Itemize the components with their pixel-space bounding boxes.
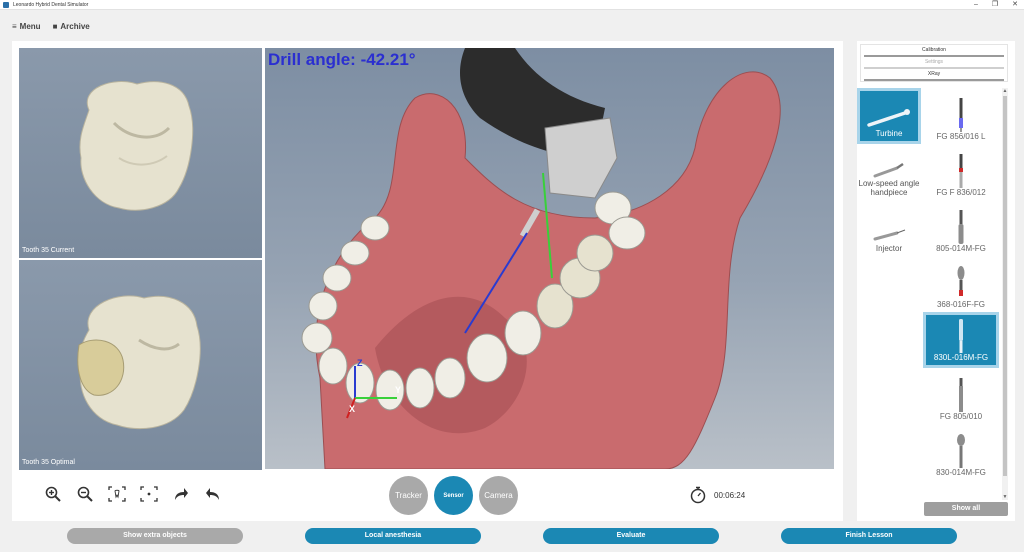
bur-label: FG 805/010 — [939, 412, 983, 421]
bur-icon — [957, 434, 965, 468]
zoom-in-icon — [45, 486, 61, 502]
instrument-label: Low-speed angle handpiece — [858, 179, 920, 197]
archive-icon: ■ — [52, 22, 58, 31]
sensor-mode-button[interactable]: Sensor — [434, 476, 473, 515]
jaw-3d-view[interactable]: Z Y X Drill angle: -42.21° — [265, 48, 834, 469]
app-icon — [3, 1, 9, 8]
instrument-panel: Calibration Settings XRay Turbine Low-sp… — [857, 41, 1015, 521]
bur-scrollbar[interactable]: ▲ ▼ — [1002, 88, 1008, 500]
bur-label: 368-016F-FG — [936, 300, 986, 309]
bur-item[interactable]: 805-014M-FG — [923, 200, 999, 256]
archive-label: Archive — [60, 22, 90, 31]
menu-button[interactable]: ≡ Menu — [12, 22, 41, 31]
show-all-button[interactable]: Show all — [924, 502, 1008, 516]
bur-icon — [959, 98, 963, 132]
close-button[interactable]: ✕ — [1012, 0, 1018, 10]
tooth-optimal-model — [77, 295, 201, 430]
bur-item[interactable]: 830-014M-FG — [923, 424, 999, 480]
instrument-label: Injector — [875, 244, 903, 253]
lesson-timer: 00:06:24 — [690, 486, 745, 504]
instrument-turbine[interactable]: Turbine — [857, 88, 921, 144]
bur-list: FG 856/016 L FG F 836/012 805-014M-FG 36… — [923, 88, 999, 500]
main-panel: Tooth 35 Current Tooth 35 Optimal Z Y X … — [12, 41, 843, 521]
local-anesthesia-button[interactable]: Local anesthesia — [305, 528, 481, 544]
hamburger-icon: ≡ — [12, 22, 17, 31]
timer-value: 00:06:24 — [714, 490, 746, 500]
bur-item[interactable]: FG F 836/012 — [923, 144, 999, 200]
bur-label: FG 856/016 L — [936, 132, 986, 141]
bur-label: FG F 836/012 — [936, 188, 986, 197]
zoom-out-icon — [77, 486, 93, 502]
tooth-current-view[interactable]: Tooth 35 Current — [19, 48, 262, 258]
bur-icon — [959, 154, 963, 188]
bur-item[interactable]: 830L-016M-FG — [923, 312, 999, 368]
undo-button[interactable] — [204, 485, 222, 503]
bur-icon — [958, 210, 964, 244]
show-extra-objects-button[interactable]: Show extra objects — [67, 528, 243, 544]
instrument-list: Turbine Low-speed angle handpiece Inject… — [857, 88, 921, 256]
redo-icon — [175, 488, 188, 500]
scrollbar-thumb[interactable] — [1003, 96, 1007, 476]
tooth-optimal-view[interactable]: Tooth 35 Optimal — [19, 260, 262, 470]
bur-label: 830-014M-FG — [936, 468, 986, 477]
zoom-out-button[interactable] — [76, 485, 94, 503]
xray-tab[interactable]: XRay — [864, 69, 1004, 81]
finish-lesson-button[interactable]: Finish Lesson — [781, 528, 957, 544]
instrument-label: Turbine — [875, 129, 903, 138]
bur-item[interactable]: 368-016F-FG — [923, 256, 999, 312]
bur-item[interactable]: FG 856/016 L — [923, 88, 999, 144]
menu-label: Menu — [19, 22, 41, 31]
svg-text:Z: Z — [357, 358, 363, 368]
archive-button[interactable]: ■ Archive — [53, 22, 90, 31]
turbine-icon — [867, 109, 910, 127]
calibration-tab[interactable]: Calibration — [864, 45, 1004, 57]
drill-angle-readout: Drill angle: -42.21° — [268, 50, 416, 69]
bur-icon — [959, 378, 963, 412]
fit-tooth-button[interactable] — [108, 485, 126, 503]
scroll-up-icon[interactable]: ▲ — [1002, 88, 1008, 94]
redo-button[interactable] — [172, 485, 190, 503]
settings-tabs: Calibration Settings XRay — [860, 44, 1008, 82]
title-bar: Leonardo Hybrid Dental Simulator – ❐ ✕ — [0, 0, 1024, 10]
tracker-mode-button[interactable]: Tracker — [389, 476, 428, 515]
settings-tab[interactable]: Settings — [864, 57, 1004, 69]
jaw-model: Z Y X — [301, 48, 781, 469]
instrument-injector[interactable]: Injector — [857, 200, 921, 256]
tooth-current-label: Tooth 35 Current — [22, 247, 75, 254]
bur-label: 805-014M-FG — [936, 244, 986, 253]
fit-all-icon — [140, 486, 158, 502]
svg-text:X: X — [349, 404, 355, 414]
undo-icon — [206, 488, 219, 500]
tooth-current-model — [79, 81, 194, 211]
minimize-button[interactable]: – — [974, 0, 978, 10]
evaluate-button[interactable]: Evaluate — [543, 528, 719, 544]
low-speed-handpiece-icon — [873, 162, 904, 178]
bur-icon — [959, 319, 963, 353]
zoom-in-button[interactable] — [44, 485, 62, 503]
bur-item[interactable]: FG 805/010 — [923, 368, 999, 424]
camera-mode-button[interactable]: Camera — [479, 476, 518, 515]
fit-all-button[interactable] — [140, 485, 158, 503]
maximize-button[interactable]: ❐ — [992, 0, 998, 10]
bur-icon — [957, 266, 965, 296]
tooth-optimal-label: Tooth 35 Optimal — [22, 459, 75, 466]
stopwatch-icon — [690, 486, 706, 504]
bur-label: 830L-016M-FG — [933, 353, 989, 362]
fit-tooth-icon — [108, 486, 126, 502]
scroll-down-icon[interactable]: ▼ — [1002, 494, 1008, 500]
instrument-low-speed[interactable]: Low-speed angle handpiece — [857, 144, 921, 200]
svg-text:Y: Y — [395, 385, 401, 395]
window-title: Leonardo Hybrid Dental Simulator — [13, 1, 89, 8]
injector-icon — [873, 229, 906, 241]
